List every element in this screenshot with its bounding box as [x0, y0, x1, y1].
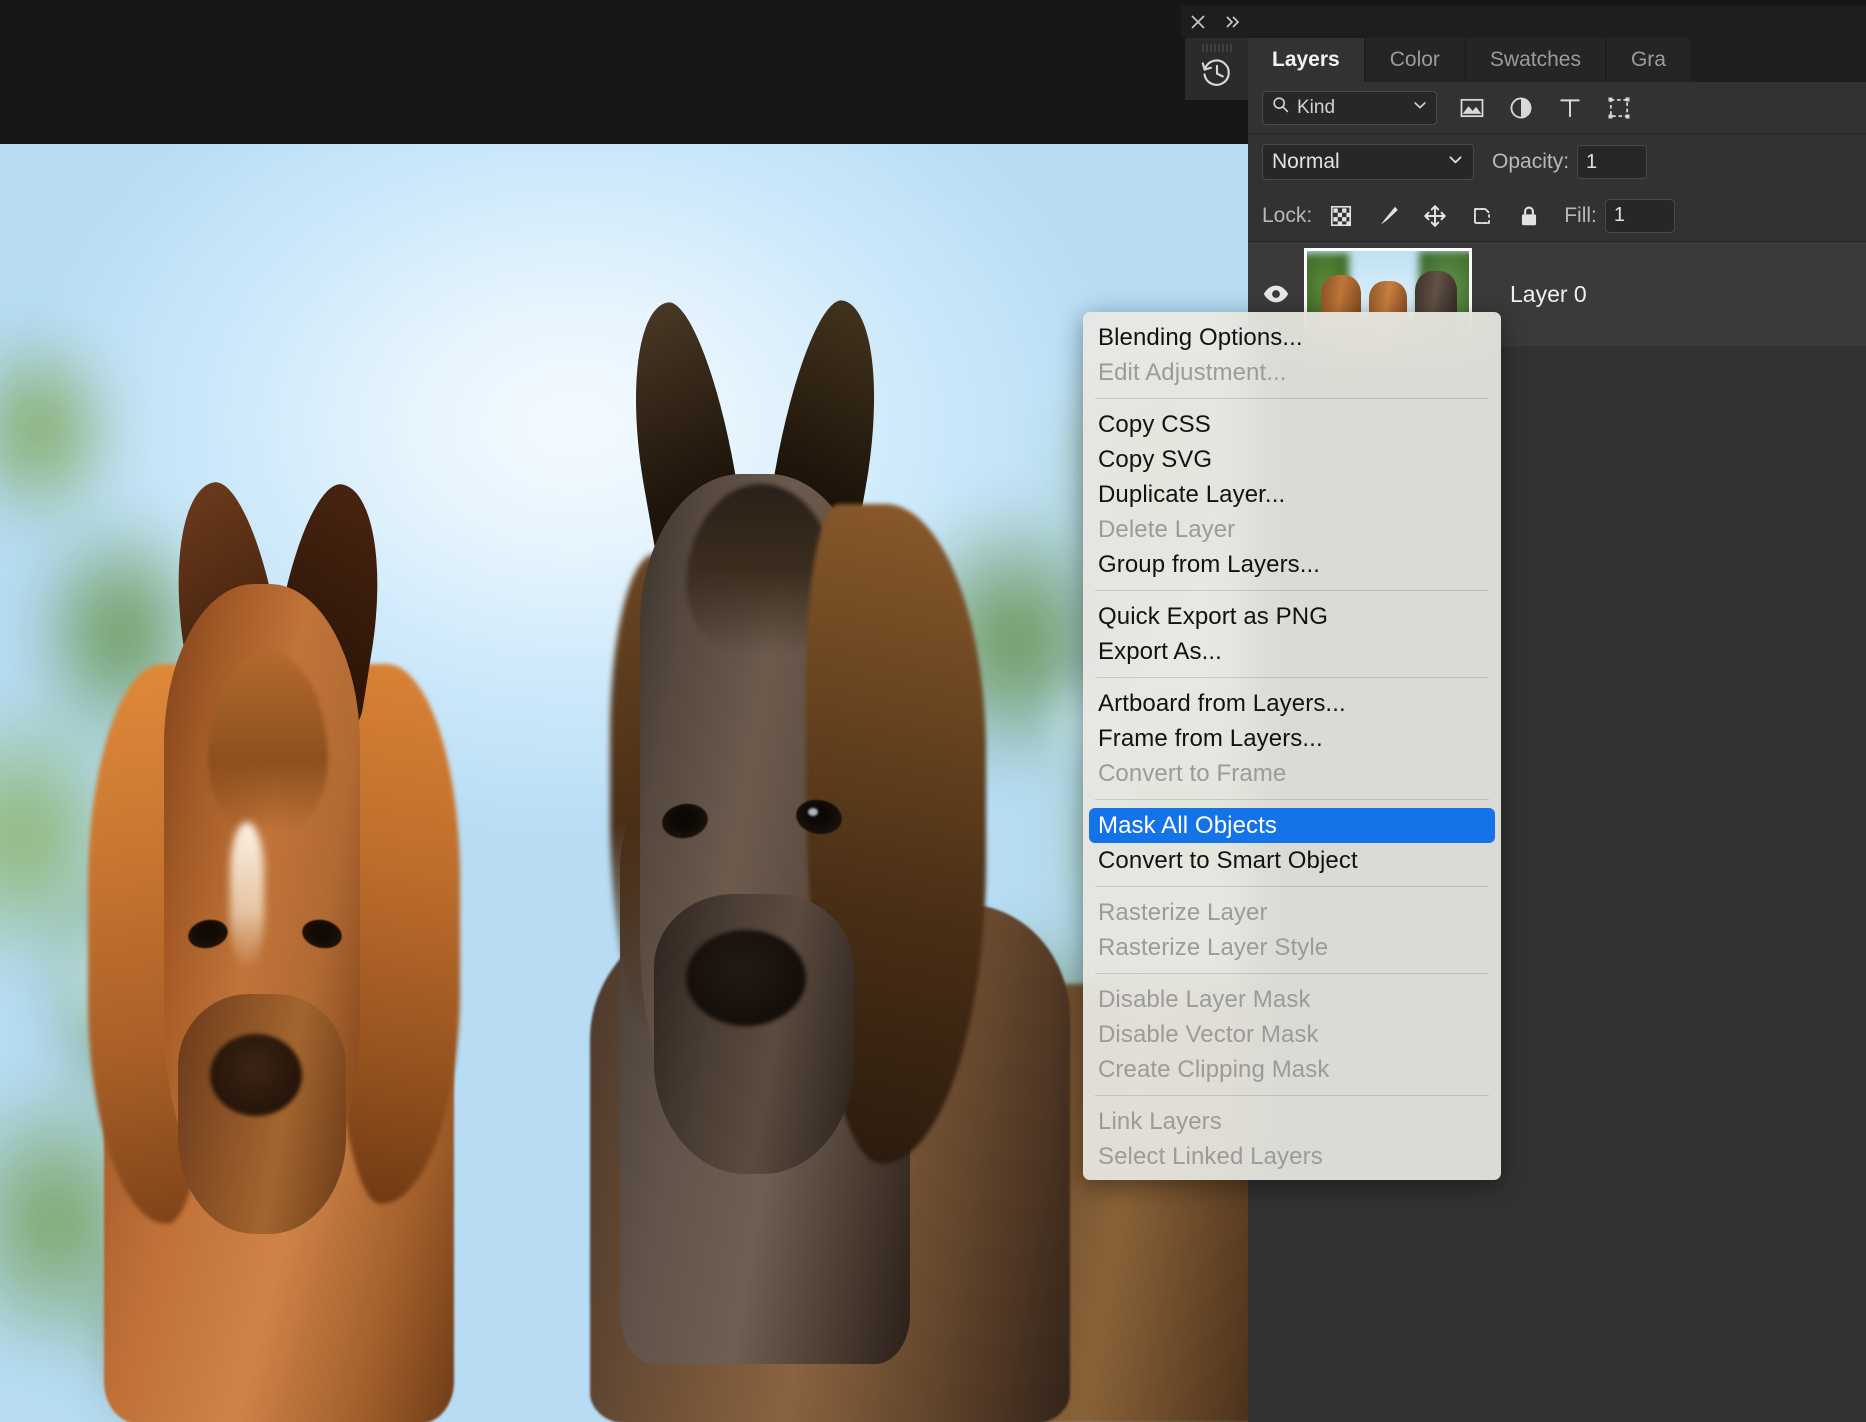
- collapsed-panel-rail[interactable]: [1185, 38, 1248, 100]
- lock-position-icon[interactable]: [1422, 203, 1448, 229]
- context-menu-separator: [1095, 886, 1489, 887]
- context-menu-item[interactable]: Group from Layers...: [1083, 547, 1501, 582]
- horse-nostril: [210, 1034, 302, 1116]
- pixel-layer-filter-icon[interactable]: [1458, 94, 1486, 122]
- layer-filter-row: Kind: [1248, 82, 1866, 134]
- horse-dark-bay: [490, 204, 1050, 1422]
- context-menu-item: Create Clipping Mask: [1083, 1052, 1501, 1087]
- blend-mode-value: Normal: [1272, 150, 1340, 174]
- canvas-image[interactable]: [0, 144, 1248, 1422]
- context-menu-separator: [1095, 799, 1489, 800]
- context-menu-item: Convert to Frame: [1083, 756, 1501, 791]
- lock-image-pixels-icon[interactable]: [1375, 203, 1401, 229]
- panel-grip[interactable]: [1202, 44, 1232, 52]
- lock-label: Lock:: [1262, 204, 1312, 228]
- context-menu-item: Disable Vector Mask: [1083, 1017, 1501, 1052]
- lock-row: Lock:: [1248, 190, 1866, 242]
- context-menu-item: Link Layers: [1083, 1104, 1501, 1139]
- tab-label: Layers: [1272, 48, 1340, 72]
- chevron-down-icon[interactable]: [1447, 150, 1464, 174]
- tab-layers[interactable]: Layers: [1248, 38, 1364, 82]
- context-menu-item[interactable]: Copy SVG: [1083, 442, 1501, 477]
- context-menu-item: Rasterize Layer Style: [1083, 930, 1501, 965]
- horses-photograph: [0, 144, 1248, 1422]
- fill-input[interactable]: 1: [1605, 199, 1675, 233]
- context-menu-item[interactable]: Quick Export as PNG: [1083, 599, 1501, 634]
- horse-blaze-marking: [230, 822, 264, 970]
- layer-context-menu[interactable]: Blending Options...Edit Adjustment... Cop…: [1083, 312, 1501, 1180]
- tab-swatches[interactable]: Swatches: [1466, 38, 1605, 82]
- horse-chestnut: [60, 334, 490, 1422]
- context-menu-item: Rasterize Layer: [1083, 895, 1501, 930]
- context-menu-item[interactable]: Frame from Layers...: [1083, 721, 1501, 756]
- context-menu-item[interactable]: Mask All Objects: [1089, 808, 1495, 843]
- close-icon[interactable]: [1185, 9, 1211, 35]
- filter-type-icons: [1458, 94, 1633, 122]
- context-menu-item: Select Linked Layers: [1083, 1139, 1501, 1174]
- photoshop-window: Layers Color Swatches Gra Kind: [0, 0, 1866, 1422]
- context-menu-separator: [1095, 973, 1489, 974]
- panel-tabbar: Layers Color Swatches Gra: [1248, 38, 1866, 82]
- lock-icon-group: [1328, 203, 1542, 229]
- context-menu-separator: [1095, 677, 1489, 678]
- shape-layer-filter-icon[interactable]: [1605, 94, 1633, 122]
- collapse-panels-icon[interactable]: [1219, 9, 1245, 35]
- type-layer-filter-icon[interactable]: [1556, 94, 1584, 122]
- context-menu-separator: [1095, 590, 1489, 591]
- lock-all-icon[interactable]: [1516, 203, 1542, 229]
- opacity-input[interactable]: 1: [1577, 145, 1647, 179]
- tab-color[interactable]: Color: [1366, 38, 1464, 82]
- filter-kind-label: Kind: [1297, 97, 1335, 119]
- context-menu-item[interactable]: Export As...: [1083, 634, 1501, 669]
- context-menu-item: Delete Layer: [1083, 512, 1501, 547]
- adjustment-layer-filter-icon[interactable]: [1507, 94, 1535, 122]
- tab-label: Gra: [1631, 48, 1666, 72]
- context-menu-item[interactable]: Blending Options...: [1083, 320, 1501, 355]
- context-menu-item: Edit Adjustment...: [1083, 355, 1501, 390]
- panel-dock-header: [1181, 6, 1866, 38]
- lock-artboard-nesting-icon[interactable]: [1469, 203, 1495, 229]
- fill-label: Fill:: [1564, 204, 1597, 228]
- lock-transparent-pixels-icon[interactable]: [1328, 203, 1354, 229]
- blend-mode-select[interactable]: Normal: [1262, 144, 1474, 180]
- layer-name[interactable]: Layer 0: [1510, 281, 1587, 308]
- horse-nostril: [686, 930, 806, 1026]
- context-menu-separator: [1095, 398, 1489, 399]
- filter-kind-select[interactable]: Kind: [1262, 91, 1437, 125]
- context-menu-item[interactable]: Artboard from Layers...: [1083, 686, 1501, 721]
- context-menu-item[interactable]: Duplicate Layer...: [1083, 477, 1501, 512]
- horse-eye-highlight: [808, 808, 818, 816]
- search-icon: [1271, 95, 1290, 120]
- tab-label: Swatches: [1490, 48, 1581, 72]
- document-canvas[interactable]: [0, 0, 1248, 1422]
- tab-label: Color: [1390, 48, 1440, 72]
- opacity-label: Opacity:: [1492, 150, 1569, 174]
- context-menu-item: Disable Layer Mask: [1083, 982, 1501, 1017]
- chevron-down-icon[interactable]: [1412, 97, 1428, 119]
- eye-icon[interactable]: [1248, 279, 1304, 309]
- context-menu-separator: [1095, 1095, 1489, 1096]
- history-clock-icon[interactable]: [1200, 56, 1234, 90]
- context-menu-item[interactable]: Copy CSS: [1083, 407, 1501, 442]
- tab-gradients[interactable]: Gra: [1607, 38, 1690, 82]
- context-menu-item[interactable]: Convert to Smart Object: [1083, 843, 1501, 878]
- blend-mode-row: Normal Opacity: 1: [1248, 134, 1866, 190]
